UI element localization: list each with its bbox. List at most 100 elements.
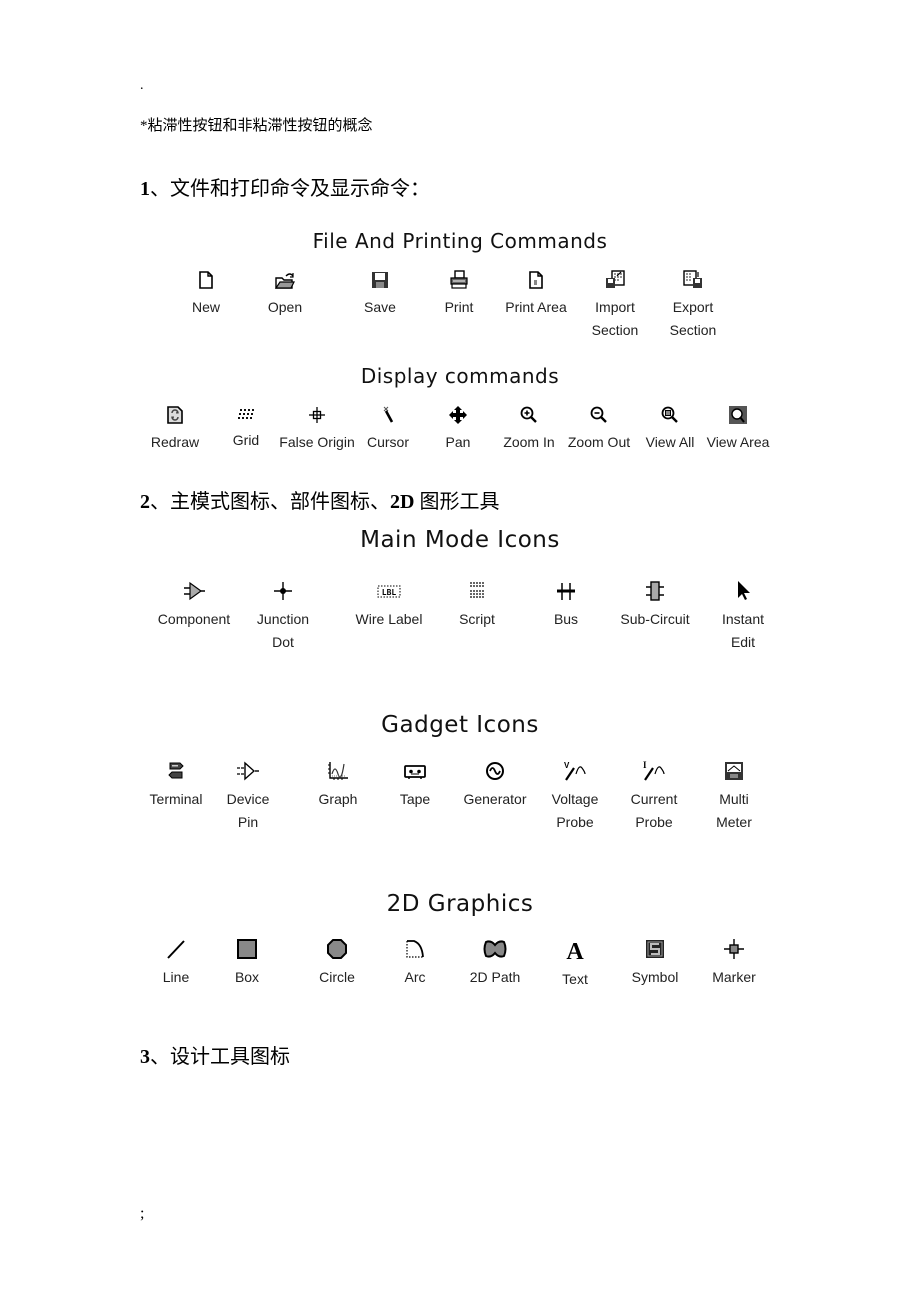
text-button[interactable]: A Text [530, 938, 620, 991]
label: Junction Dot [256, 611, 310, 650]
heading-number: 1 [140, 178, 150, 200]
zoom-in-icon [520, 406, 537, 423]
new-button[interactable]: New [161, 270, 251, 319]
label: Circle [319, 969, 355, 985]
component-icon [184, 581, 205, 601]
graph-icon [328, 762, 348, 780]
section-title-file: File And Printing Commands [312, 229, 608, 253]
box-button[interactable]: Box [202, 938, 292, 989]
label: Marker [712, 969, 756, 985]
floppy-disk-icon [372, 272, 388, 288]
label: Arc [404, 969, 426, 985]
label: Export Section [669, 299, 717, 338]
export-section-icon [683, 270, 702, 288]
grid-icon [238, 409, 254, 419]
heading-text-2: 图形工具 [414, 491, 500, 513]
script-button[interactable]: Script [432, 580, 522, 631]
script-icon [470, 582, 484, 598]
section-title-display: Display commands [360, 364, 560, 388]
wire-label-icon: LBL [377, 585, 401, 598]
junction-dot-icon [274, 582, 292, 600]
sub-circuit-icon [646, 581, 664, 601]
circle-button[interactable]: Circle [292, 938, 382, 989]
label: Generator [463, 791, 527, 807]
component-button[interactable]: Component [149, 580, 239, 631]
box-icon [237, 939, 257, 959]
bus-button[interactable]: Bus [521, 580, 611, 631]
terminal-icon [168, 762, 184, 779]
heading-2: 2、主模式图标、部件图标、2D 图形工具 [140, 485, 499, 514]
symbol-button[interactable]: Symbol [610, 938, 700, 989]
label: View Area [706, 434, 770, 450]
label: Script [459, 611, 495, 627]
view-area-button[interactable]: View Area [693, 405, 783, 454]
arc-button[interactable]: Arc [370, 938, 460, 989]
wire-label-button[interactable]: LBL Wire Label [344, 580, 434, 631]
multimeter-icon [725, 762, 743, 780]
print-area-button[interactable]: Print Area [491, 270, 581, 319]
generator-icon [486, 762, 504, 780]
label: Print Area [505, 299, 567, 315]
heading-text: 、主模式图标、部件图标、 [150, 491, 390, 513]
junction-dot-button[interactable]: Junction Dot [238, 580, 328, 654]
zoom-out-icon [590, 406, 607, 423]
circle-icon [327, 939, 347, 959]
label: Bus [553, 611, 579, 627]
tape-button[interactable]: Tape [370, 760, 460, 811]
label: New [191, 299, 220, 315]
tape-icon [404, 765, 426, 779]
label: Device Pin [226, 791, 270, 830]
device-pin-icon [237, 761, 259, 781]
heading-number: 3 [140, 1046, 150, 1068]
svg-text:LBL: LBL [382, 588, 397, 597]
marker-icon [724, 939, 744, 959]
label: Voltage Probe [551, 791, 599, 830]
note-text: *粘滞性按钮和非粘滞性按钮的概念 [140, 118, 373, 134]
generator-button[interactable]: Generator [450, 760, 540, 811]
section-title-main-mode: Main Mode Icons [360, 527, 560, 553]
heading-bold: 2D [390, 491, 415, 513]
arc-icon [406, 940, 424, 958]
section-title-gadget: Gadget Icons [381, 712, 539, 738]
2d-path-button[interactable]: 2D Path [450, 938, 540, 989]
export-section-button[interactable]: Export Section [648, 270, 738, 342]
svg-text:V: V [564, 761, 570, 770]
label: Box [234, 969, 260, 985]
heading-3: 3、设计工具图标 [140, 1040, 290, 1069]
import-section-button[interactable]: Import Section [570, 270, 660, 342]
heading-text: 、文件和打印命令及显示命令： [150, 178, 430, 200]
device-pin-button[interactable]: Device Pin [203, 760, 293, 834]
cursor-icon [383, 406, 394, 423]
instant-edit-button[interactable]: Instant Edit [698, 580, 788, 654]
crosshair-origin-icon [309, 407, 325, 423]
marker-button[interactable]: Marker [689, 938, 779, 989]
current-probe-button[interactable]: I Current Probe [609, 760, 699, 834]
sub-circuit-button[interactable]: Sub-Circuit [610, 580, 700, 631]
open-button[interactable]: Open [240, 270, 330, 319]
new-document-icon [199, 271, 213, 289]
multimeter-button[interactable]: Multi Meter [689, 760, 779, 834]
svg-text:I: I [643, 760, 647, 770]
line-icon [167, 940, 185, 959]
print-area-icon [529, 271, 543, 289]
pointer-arrow-icon [738, 581, 750, 600]
printer-icon [450, 270, 468, 289]
voltage-probe-button[interactable]: V Voltage Probe [530, 760, 620, 834]
redraw-icon [167, 406, 183, 424]
label: 2D Path [469, 969, 521, 985]
current-probe-icon: I [643, 760, 665, 781]
save-button[interactable]: Save [335, 270, 425, 319]
text-icon: A [566, 939, 584, 962]
label: Current Probe [630, 791, 678, 830]
view-area-icon [729, 406, 747, 424]
import-section-icon [606, 270, 625, 288]
section-title-2d-graphics: 2D Graphics [386, 891, 534, 917]
label: Symbol [631, 969, 679, 985]
label: Sub-Circuit [620, 611, 690, 627]
heading-number: 2 [140, 491, 150, 513]
label: Tape [399, 791, 431, 807]
bus-icon [557, 583, 575, 600]
heading-1: 1、文件和打印命令及显示命令： [140, 172, 430, 201]
view-all-icon [661, 406, 678, 423]
heading-text: 、设计工具图标 [150, 1046, 290, 1068]
